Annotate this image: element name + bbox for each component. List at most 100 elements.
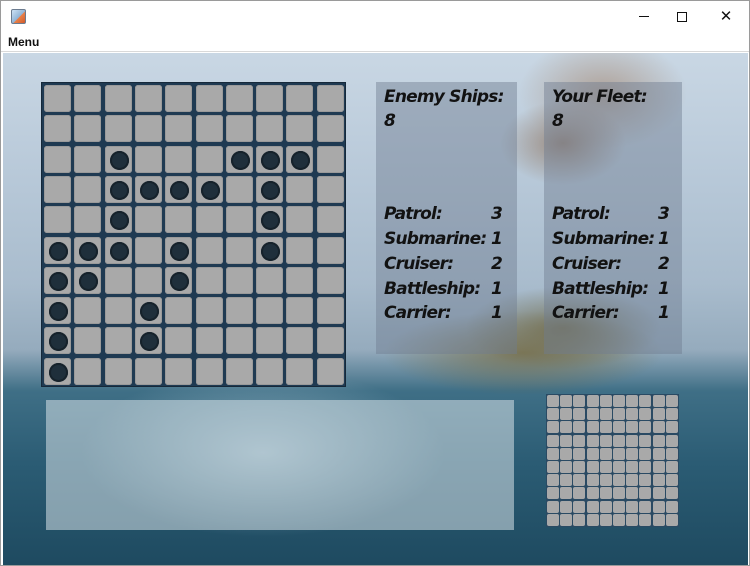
grid-cell[interactable]	[286, 85, 314, 112]
grid-cell[interactable]	[44, 236, 71, 264]
grid-cell[interactable]	[225, 266, 253, 294]
grid-cell[interactable]	[316, 297, 344, 325]
grid-cell[interactable]	[74, 145, 102, 173]
grid-cell[interactable]	[44, 357, 71, 385]
grid-cell[interactable]	[256, 145, 284, 173]
maximize-button[interactable]	[659, 1, 705, 32]
grid-cell[interactable]	[195, 175, 223, 203]
grid-cell[interactable]	[134, 175, 162, 203]
grid-cell[interactable]	[134, 206, 162, 234]
grid-cell[interactable]	[225, 85, 253, 112]
grid-cell[interactable]	[316, 327, 344, 355]
grid-cell[interactable]	[256, 175, 284, 203]
grid-cell[interactable]	[225, 327, 253, 355]
grid-cell[interactable]	[256, 115, 284, 143]
grid-cell[interactable]	[165, 357, 193, 385]
grid-cell[interactable]	[256, 327, 284, 355]
grid-cell[interactable]	[104, 85, 132, 112]
grid-cell[interactable]	[74, 115, 102, 143]
grid-cell[interactable]	[286, 297, 314, 325]
grid-cell[interactable]	[134, 297, 162, 325]
grid-cell[interactable]	[165, 85, 193, 112]
grid-cell[interactable]	[225, 236, 253, 264]
grid-cell[interactable]	[104, 327, 132, 355]
grid-cell[interactable]	[286, 145, 314, 173]
grid-cell[interactable]	[104, 115, 132, 143]
menu-item-menu[interactable]: Menu	[8, 35, 39, 49]
grid-cell[interactable]	[195, 206, 223, 234]
grid-cell[interactable]	[74, 206, 102, 234]
grid-cell[interactable]	[165, 206, 193, 234]
grid-cell[interactable]	[286, 357, 314, 385]
grid-cell[interactable]	[316, 206, 344, 234]
grid-cell[interactable]	[256, 357, 284, 385]
grid-cell[interactable]	[74, 327, 102, 355]
grid-cell[interactable]	[165, 266, 193, 294]
grid-cell[interactable]	[316, 115, 344, 143]
grid-cell[interactable]	[104, 236, 132, 264]
grid-cell[interactable]	[225, 175, 253, 203]
grid-cell[interactable]	[74, 236, 102, 264]
grid-cell[interactable]	[256, 297, 284, 325]
grid-cell[interactable]	[225, 297, 253, 325]
grid-cell[interactable]	[225, 357, 253, 385]
grid-cell[interactable]	[134, 85, 162, 112]
grid-cell[interactable]	[256, 266, 284, 294]
grid-cell[interactable]	[104, 145, 132, 173]
grid-cell[interactable]	[316, 175, 344, 203]
grid-cell[interactable]	[134, 145, 162, 173]
grid-cell[interactable]	[165, 115, 193, 143]
grid-cell[interactable]	[316, 85, 344, 112]
grid-cell[interactable]	[44, 145, 71, 173]
grid-cell[interactable]	[256, 85, 284, 112]
grid-cell[interactable]	[195, 236, 223, 264]
grid-cell[interactable]	[316, 266, 344, 294]
grid-cell[interactable]	[134, 236, 162, 264]
grid-cell[interactable]	[134, 115, 162, 143]
grid-cell[interactable]	[195, 145, 223, 173]
grid-cell[interactable]	[165, 327, 193, 355]
grid-cell[interactable]	[256, 236, 284, 264]
grid-cell[interactable]	[134, 266, 162, 294]
grid-cell[interactable]	[74, 266, 102, 294]
grid-cell[interactable]	[74, 175, 102, 203]
grid-cell[interactable]	[286, 115, 314, 143]
grid-cell[interactable]	[104, 175, 132, 203]
grid-cell[interactable]	[316, 145, 344, 173]
grid-cell[interactable]	[195, 85, 223, 112]
grid-cell[interactable]	[195, 266, 223, 294]
grid-cell[interactable]	[44, 327, 71, 355]
grid-cell[interactable]	[286, 327, 314, 355]
grid-cell[interactable]	[44, 85, 71, 112]
grid-cell[interactable]	[104, 266, 132, 294]
grid-cell[interactable]	[286, 266, 314, 294]
grid-cell[interactable]	[44, 175, 71, 203]
grid-cell[interactable]	[134, 357, 162, 385]
grid-cell[interactable]	[286, 175, 314, 203]
grid-cell[interactable]	[165, 236, 193, 264]
grid-cell[interactable]	[104, 206, 132, 234]
grid-cell[interactable]	[195, 115, 223, 143]
grid-cell[interactable]	[195, 327, 223, 355]
grid-cell[interactable]	[74, 297, 102, 325]
grid-cell[interactable]	[104, 357, 132, 385]
close-button[interactable]: ✕	[703, 1, 749, 32]
grid-cell[interactable]	[316, 236, 344, 264]
grid-cell[interactable]	[44, 206, 71, 234]
grid-cell[interactable]	[44, 266, 71, 294]
grid-cell[interactable]	[316, 357, 344, 385]
grid-cell[interactable]	[225, 206, 253, 234]
grid-cell[interactable]	[165, 145, 193, 173]
grid-cell[interactable]	[286, 206, 314, 234]
grid-cell[interactable]	[165, 297, 193, 325]
grid-cell[interactable]	[225, 115, 253, 143]
grid-cell[interactable]	[256, 206, 284, 234]
grid-cell[interactable]	[195, 297, 223, 325]
grid-cell[interactable]	[165, 175, 193, 203]
grid-cell[interactable]	[134, 327, 162, 355]
grid-cell[interactable]	[225, 145, 253, 173]
grid-cell[interactable]	[74, 357, 102, 385]
grid-cell[interactable]	[104, 297, 132, 325]
grid-cell[interactable]	[44, 115, 71, 143]
grid-cell[interactable]	[286, 236, 314, 264]
